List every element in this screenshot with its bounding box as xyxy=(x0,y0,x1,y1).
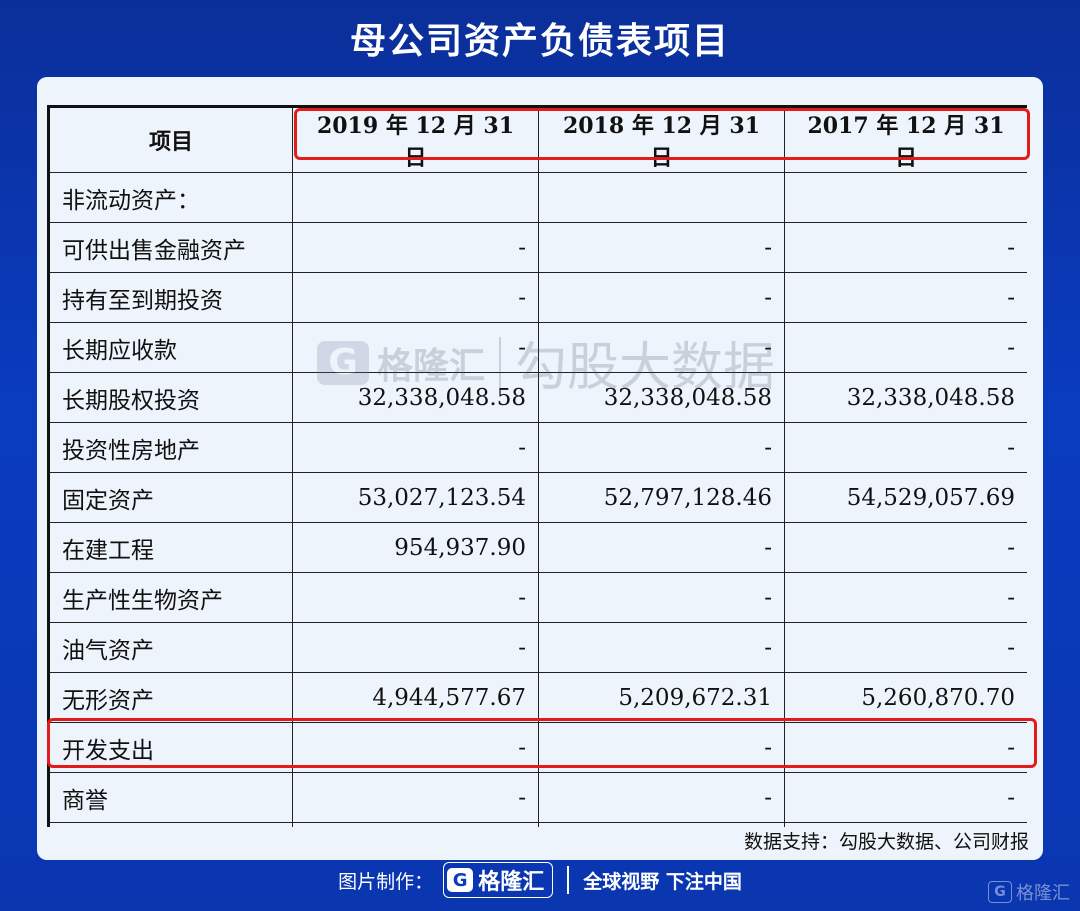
value-cell: - xyxy=(784,222,1027,273)
table-card: 项目 2019 年 12 月 31 日 2018 年 12 月 31 日 201… xyxy=(37,77,1043,860)
row-label-cell: 非流动资产： xyxy=(47,172,293,223)
highlight-box-year-headers xyxy=(294,108,1030,160)
value-cell: - xyxy=(292,772,539,823)
value-cell: - xyxy=(292,272,539,323)
value-cell xyxy=(292,172,539,223)
value-cell: 5,260,870.70 xyxy=(784,672,1027,723)
row-label-cell: 无形资产 xyxy=(47,672,293,723)
value-cell: 5,209,672.31 xyxy=(538,672,785,723)
row-label-cell: 生产性生物资产 xyxy=(47,572,293,623)
value-cell: - xyxy=(784,522,1027,573)
footer: 图片制作： G 格隆汇 全球视野 下注中国 xyxy=(0,862,1080,898)
row-label-cell xyxy=(47,822,293,827)
value-cell: - xyxy=(784,772,1027,823)
footer-divider xyxy=(567,866,570,894)
value-cell: 54,529,057.69 xyxy=(784,472,1027,523)
value-cell xyxy=(292,822,539,827)
value-cell: - xyxy=(784,322,1027,373)
table-row: 长期股权投资 32,338,048.58 32,338,048.58 32,338,0… xyxy=(47,372,1027,423)
row-label-cell: 长期应收款 xyxy=(47,322,293,373)
value-cell: 53,027,123.54 xyxy=(292,472,539,523)
value-cell: 32,338,048.58 xyxy=(784,372,1027,423)
value-cell: - xyxy=(784,622,1027,673)
value-cell: - xyxy=(784,272,1027,323)
corner-brand: 格隆汇 xyxy=(1016,883,1070,904)
value-cell: 52,797,128.46 xyxy=(538,472,785,523)
value-cell: - xyxy=(538,622,785,673)
value-cell: - xyxy=(292,222,539,273)
value-cell: - xyxy=(538,272,785,323)
value-cell: - xyxy=(784,572,1027,623)
value-cell: 954,937.90 xyxy=(292,522,539,573)
value-cell: - xyxy=(292,572,539,623)
value-cell: - xyxy=(538,222,785,273)
data-source-note: 数据支持：勾股大数据、公司财报 xyxy=(743,831,1029,853)
value-cell: - xyxy=(292,422,539,473)
footer-brand: 格隆汇 xyxy=(478,870,545,895)
value-cell: - xyxy=(538,322,785,373)
value-cell: - xyxy=(538,522,785,573)
table-row: 无形资产 4,944,577.67 5,209,672.31 5,260,870.70 xyxy=(47,672,1027,723)
value-cell: 32,338,048.58 xyxy=(292,372,539,423)
header-item: 项目 xyxy=(47,105,293,173)
row-label-cell: 持有至到期投资 xyxy=(47,272,293,323)
row-label-cell: 投资性房地产 xyxy=(47,422,293,473)
value-cell: 4,944,577.67 xyxy=(292,672,539,723)
table-row: 在建工程 954,937.90- - xyxy=(47,522,1027,573)
highlight-box-development-expense-row xyxy=(47,718,1037,768)
footer-credit-label: 图片制作： xyxy=(338,870,434,893)
table-row: 持有至到期投资 - - - xyxy=(47,272,1027,323)
value-cell: - xyxy=(292,322,539,373)
corner-logo-icon: G xyxy=(988,881,1012,903)
table-row: 固定资产 53,027,123.54 52,797,128.46 54,529,057… xyxy=(47,472,1027,523)
table-row: 投资性房地产 - - - xyxy=(47,422,1027,473)
brand-logo-icon: G xyxy=(447,868,474,892)
value-cell xyxy=(538,172,785,223)
value-cell xyxy=(784,172,1027,223)
value-cell: - xyxy=(292,622,539,673)
table-row: 生产性生物资产 - - - xyxy=(47,572,1027,623)
table-row: 可供出售金融资产 - - - xyxy=(47,222,1027,273)
table-row: 商誉 - - - xyxy=(47,772,1027,823)
value-cell: 32,338,048.58 xyxy=(538,372,785,423)
page-title: 母公司资产负债表项目 xyxy=(349,21,730,62)
row-label-cell: 在建工程 xyxy=(47,522,293,573)
value-cell: - xyxy=(538,422,785,473)
footer-logo: G 格隆汇 xyxy=(443,862,554,898)
table-row: 油气资产 - - - xyxy=(47,622,1027,673)
value-cell: - xyxy=(538,572,785,623)
footer-slogan: 全球视野 下注中国 xyxy=(583,870,742,893)
row-label-cell: 长期股权投资 xyxy=(47,372,293,423)
value-cell: - xyxy=(784,422,1027,473)
row-label-cell: 商誉 xyxy=(47,772,293,823)
value-cell: - xyxy=(538,772,785,823)
corner-watermark: G 格隆汇 xyxy=(988,879,1070,905)
row-label-cell: 可供出售金融资产 xyxy=(47,222,293,273)
table-row: 非流动资产： xyxy=(47,172,1027,223)
row-label-cell: 固定资产 xyxy=(47,472,293,523)
row-label-cell: 油气资产 xyxy=(47,622,293,673)
table-row: 长期应收款 - - - xyxy=(47,322,1027,373)
